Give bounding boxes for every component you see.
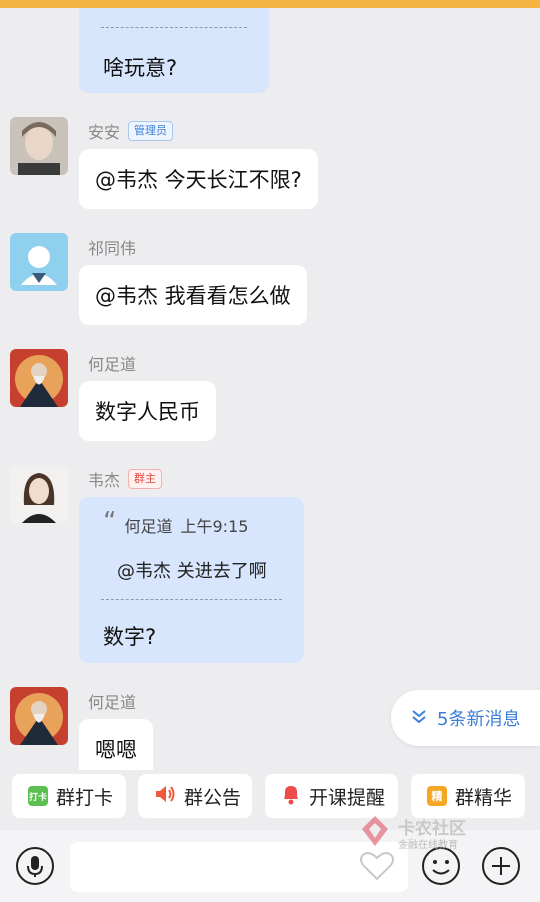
quote-author: 何足道 — [124, 517, 173, 536]
message-bubble[interactable]: 嗯嗯 — [79, 719, 153, 770]
message-bubble[interactable]: 数字人民币 — [79, 381, 216, 441]
new-messages-label: 5条新消息 — [437, 709, 521, 730]
reply-text: 数字? — [103, 625, 157, 649]
sender-row: 何足道 — [88, 689, 136, 713]
heart-icon[interactable] — [357, 846, 397, 886]
quote-time: 上午9:15 — [180, 517, 249, 536]
chat-message-list[interactable]: 啥玩意? 安安 管理员 @韦杰 今天长江不限? 祁同伟 @韦杰 我看看怎么做 何… — [0, 8, 540, 770]
watermark-logo: 卡农社区 金融在线教育 — [360, 812, 485, 852]
checkin-button[interactable]: 打卡 群打卡 — [12, 774, 126, 818]
plus-circle-icon[interactable] — [481, 846, 521, 886]
class-reminder-label: 开课提醒 — [309, 786, 386, 809]
announcement-button[interactable]: 群公告 — [138, 774, 252, 818]
quote-divider — [101, 599, 282, 600]
avatar[interactable] — [10, 117, 68, 175]
sender-row: 何足道 — [88, 351, 136, 375]
avatar[interactable] — [10, 233, 68, 291]
sender-name[interactable]: 何足道 — [88, 351, 136, 375]
admin-badge: 管理员 — [128, 121, 174, 141]
essence-label: 群精华 — [455, 786, 513, 809]
new-messages-button[interactable]: 5条新消息 — [391, 690, 540, 746]
sender-row: 韦杰 群主 — [88, 467, 163, 491]
checkin-icon: 打卡 — [28, 786, 48, 806]
quote-divider — [101, 27, 247, 28]
message-bubble[interactable]: @韦杰 我看看怎么做 — [79, 265, 307, 325]
sender-name[interactable]: 安安 — [88, 119, 120, 143]
avatar[interactable] — [10, 349, 68, 407]
quote-mark-icon: “ — [103, 507, 117, 537]
message-bubble[interactable]: @韦杰 今天长江不限? — [79, 149, 318, 209]
reply-bubble[interactable]: 啥玩意? — [79, 8, 269, 93]
sender-name[interactable]: 韦杰 — [88, 467, 120, 491]
emoji-icon[interactable] — [421, 846, 461, 886]
quote-text: @韦杰 关进去了啊 — [117, 561, 267, 582]
owner-badge: 群主 — [128, 469, 163, 489]
quote-header: “ 何足道 上午9:15 — [103, 507, 249, 537]
watermark-subtitle: 金融在线教育 — [398, 840, 458, 851]
avatar[interactable] — [10, 687, 68, 745]
sender-row: 安安 管理员 — [88, 119, 174, 143]
sender-row: 祁同伟 — [88, 235, 136, 259]
bell-icon — [281, 783, 301, 810]
reply-text: 啥玩意? — [103, 56, 178, 80]
double-chevron-down-icon — [411, 708, 427, 729]
microphone-icon[interactable] — [15, 846, 55, 886]
essence-icon: 精 — [427, 786, 447, 806]
avatar[interactable] — [10, 465, 68, 523]
checkin-label: 群打卡 — [56, 786, 114, 809]
speaker-icon — [154, 784, 176, 809]
announcement-label: 群公告 — [184, 786, 242, 809]
sender-name[interactable]: 何足道 — [88, 689, 136, 713]
sender-name[interactable]: 祁同伟 — [88, 235, 136, 259]
top-status-strip — [0, 0, 540, 8]
reply-bubble[interactable]: “ 何足道 上午9:15 @韦杰 关进去了啊 数字? — [79, 497, 304, 663]
